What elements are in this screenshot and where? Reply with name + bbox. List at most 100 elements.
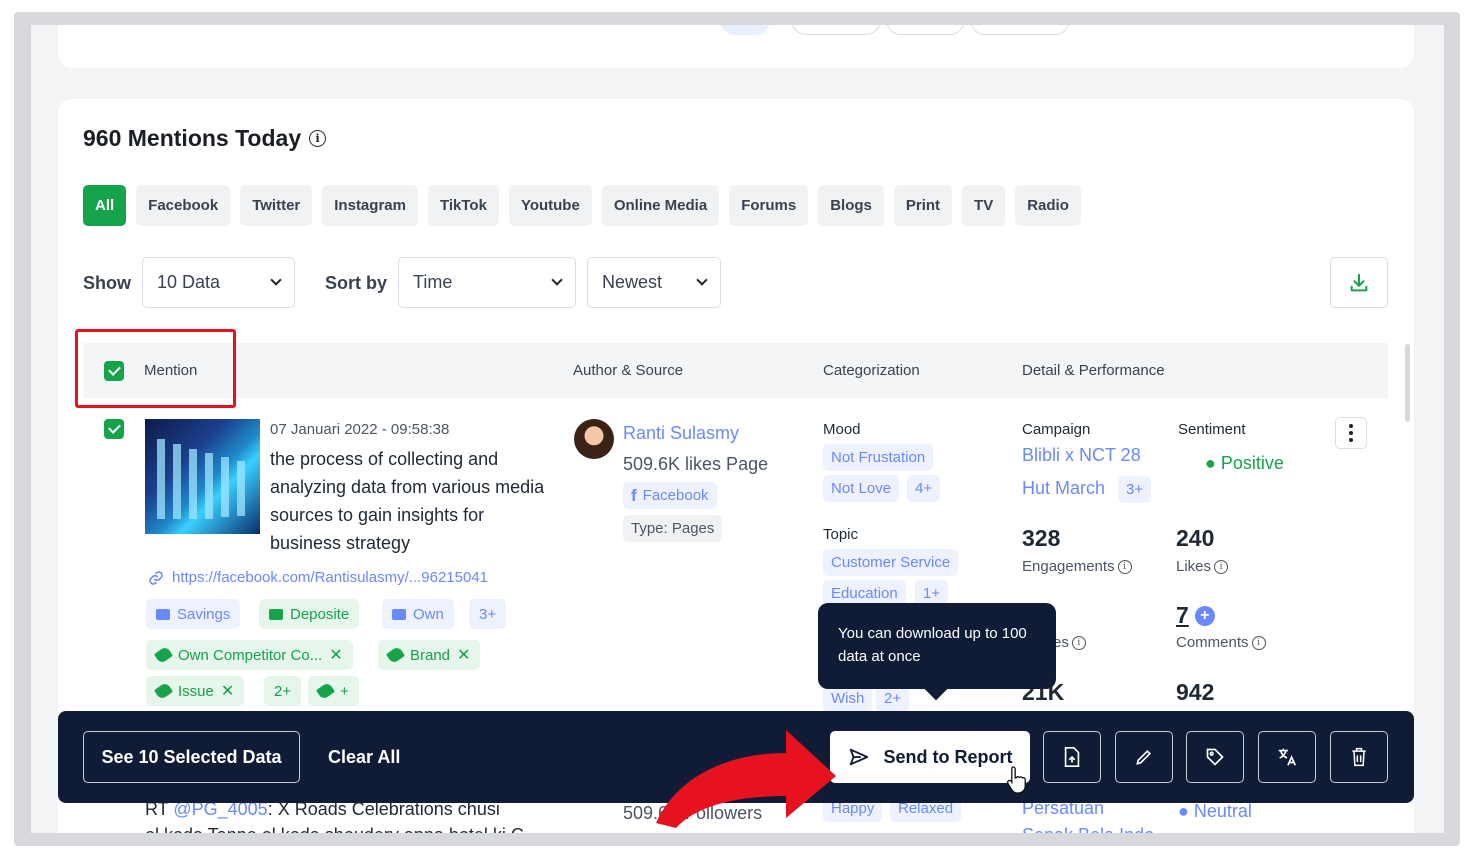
file-export-icon [1064,747,1080,767]
tag-chip[interactable]: Own Competitor Co... ✕ [146,640,353,670]
column-categorization: Categorization [823,362,920,379]
scrollbar[interactable] [1405,344,1410,422]
label-icon [269,608,283,620]
type-badge: Type: Pages [623,515,723,542]
clear-all-button[interactable]: Clear All [328,747,400,768]
avatar[interactable] [574,419,614,459]
tab-online-media[interactable]: Online Media [601,185,720,226]
tag-icon [153,681,174,701]
topic-chip[interactable]: Customer Service [823,549,959,576]
tag-chip[interactable]: Issue ✕ [146,676,245,706]
translate-button[interactable] [1258,731,1316,783]
mood-chip[interactable]: Not Love [823,475,900,502]
tab-blogs[interactable]: Blogs [818,185,884,226]
link-icon [149,570,163,585]
next-mention-text-line2: ol koda Tappe ol koda shoudery apna hote… [145,825,524,833]
author-name[interactable]: Ranti Sulasmy [623,423,739,444]
sort-by-select[interactable]: Time [398,257,576,308]
close-icon[interactable]: ✕ [221,681,234,701]
info-icon[interactable]: i [1214,559,1229,574]
mood-chip[interactable]: Not Frustation [823,444,934,471]
tab-youtube[interactable]: Youtube [508,185,592,226]
tab-facebook[interactable]: Facebook [136,185,231,226]
filter-pill-mentions[interactable]: Mentions [970,25,1070,35]
partial-metric-label: es i [1053,634,1086,651]
tab-tiktok[interactable]: TikTok [427,185,499,226]
close-icon[interactable]: ✕ [457,645,470,665]
label-chip[interactable]: Own [382,599,454,629]
label-icon [156,608,170,620]
info-icon[interactable]: i [309,130,327,147]
tag-icon [1206,748,1224,766]
more-tags-chip[interactable]: 2+ [264,676,302,706]
page-title-text: 960 Mentions Today [83,125,302,151]
order-select[interactable]: Newest [587,257,721,308]
topic-label: Topic [823,526,859,543]
info-icon[interactable]: i [1117,559,1132,574]
likes-value: 240 [1176,525,1215,551]
trash-icon [1352,747,1366,767]
filter-pill-authors[interactable]: Authors [791,25,881,35]
column-detail-performance: Detail & Performance [1022,362,1165,379]
red-arrow-annotation [656,730,836,828]
filter-pill-labels[interactable]: Labels [886,25,965,35]
label-chip[interactable]: Savings [146,599,241,629]
mention-url[interactable]: https://facebook.com/Rantisulasmy/...962… [172,569,488,586]
tag-button[interactable] [1186,731,1244,783]
close-icon[interactable]: ✕ [329,645,342,665]
mention-text: the process of collecting and analyzing … [270,449,545,553]
likes-text: Likes [1176,558,1212,575]
engagements-text: Engagements [1022,558,1115,575]
sort-by-value: Time [413,272,453,292]
campaign-link[interactable]: Blibli x NCT 28 [1022,445,1141,466]
label-text: Deposite [290,605,350,623]
row-checkbox[interactable] [104,419,124,439]
add-tag-chip[interactable]: + [308,676,359,706]
filter-pill-all[interactable]: All [720,25,770,35]
translate-icon [1278,748,1297,766]
pencil-icon [1136,749,1152,765]
tab-forums[interactable]: Forums [729,185,809,226]
tab-all[interactable]: All [83,185,127,226]
wish-chip[interactable]: Wish [823,685,873,712]
plus-icon[interactable]: + [1194,605,1215,626]
metric-942: 942 [1176,679,1215,705]
export-file-button[interactable] [1043,731,1101,783]
mention-link[interactable]: https://facebook.com/Rantisulasmy/...962… [148,569,488,586]
more-wish-chip[interactable]: 2+ [876,685,910,712]
label-text: Savings [177,605,231,623]
likes-label: Likes i [1176,558,1229,575]
app-viewport: All Authors Labels Mentions 960 Mentions… [31,25,1444,833]
more-labels-chip[interactable]: 3+ [469,599,507,629]
edit-button[interactable] [1115,731,1173,783]
more-options-button[interactable] [1335,417,1367,449]
tab-twitter[interactable]: Twitter [240,185,313,226]
campaign-link[interactable]: Hut March [1022,478,1105,499]
see-selected-button[interactable]: See 10 Selected Data [83,731,300,783]
info-icon[interactable]: i [1251,635,1266,650]
tag-text: Issue [178,682,214,700]
label-icon [392,608,406,620]
more-campaigns-chip[interactable]: 3+ [1118,476,1152,503]
comments-count[interactable]: 7 [1176,602,1189,629]
source-badge: f Facebook [623,482,717,509]
label-chip[interactable]: Deposite [259,599,360,629]
more-moods-chip[interactable]: 4+ [907,475,941,502]
download-button[interactable] [1330,257,1388,308]
tab-radio[interactable]: Radio [1015,185,1081,226]
facebook-icon: f [631,485,637,505]
info-icon[interactable]: i [1071,635,1086,650]
mention-thumbnail[interactable] [145,419,260,534]
add-tag-text: + [340,682,349,700]
tab-print[interactable]: Print [893,185,953,226]
delete-button[interactable] [1330,731,1388,783]
comments-text: Comments [1176,634,1249,651]
tag-text: Own Competitor Co... [178,646,323,664]
tab-instagram[interactable]: Instagram [322,185,418,226]
tab-tv[interactable]: TV [962,185,1006,226]
next-campaign-link-2[interactable]: Sepak Bola Indo [1022,825,1154,833]
chevron-down-icon [270,274,282,286]
tag-chip[interactable]: Brand ✕ [378,640,481,670]
show-select[interactable]: 10 Data [142,257,295,308]
sort-by-label: Sort by [325,273,388,293]
